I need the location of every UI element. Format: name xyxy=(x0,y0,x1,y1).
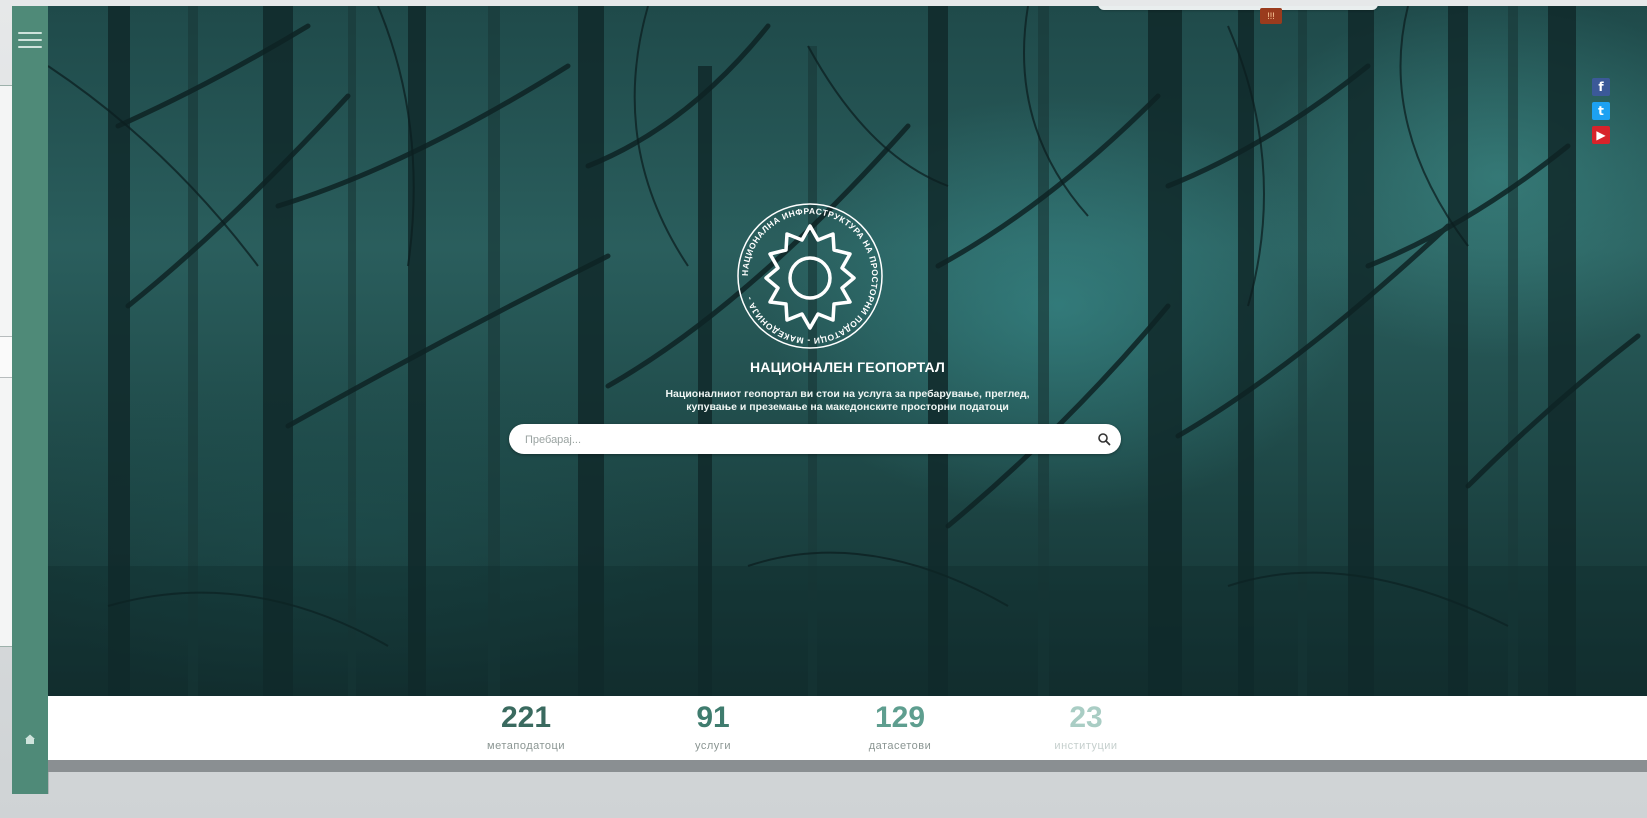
stat-value: 91 xyxy=(696,701,730,734)
stat-label: институции xyxy=(1054,740,1118,752)
browser-edge xyxy=(1098,6,1378,10)
stat-metadata[interactable]: 221 метаподатоци xyxy=(426,696,626,754)
search-input[interactable] xyxy=(523,429,1087,451)
screen-frame: nent APIs xyxy=(0,0,1647,818)
search-bar xyxy=(509,424,1121,454)
stat-value: 23 xyxy=(1069,701,1103,734)
hamburger-icon[interactable] xyxy=(18,32,42,50)
stat-label: метаподатоци xyxy=(487,740,565,752)
stat-label: датасетови xyxy=(868,740,932,752)
stat-institutions[interactable]: 23 институции xyxy=(986,696,1186,754)
search-icon[interactable] xyxy=(1097,432,1111,446)
stat-value: 221 xyxy=(500,701,552,734)
stat-label: услуги xyxy=(695,740,731,752)
stat-datasets[interactable]: 129 датасетови xyxy=(800,696,1000,754)
side-rail xyxy=(12,6,48,794)
portal-title: НАЦИОНАЛЕН ГЕОПОРТАЛ xyxy=(750,359,945,375)
youtube-icon[interactable]: ▶ xyxy=(1592,126,1610,144)
stat-services[interactable]: 91 услуги xyxy=(613,696,813,754)
portal-description-line-1: Националниот геопортал ви стои на услуга… xyxy=(665,388,1030,400)
bottom-scrollbar[interactable] xyxy=(48,760,1647,772)
portal-description: Националниот геопортал ви стои на услуга… xyxy=(48,388,1647,414)
geoportal-logo: НАЦИОНАЛНА ИНФРАСТРУКТУРА НА ПРОСТОРНИ П… xyxy=(737,203,883,349)
home-icon[interactable] xyxy=(23,732,37,746)
facebook-icon[interactable]: f xyxy=(1592,78,1610,96)
notification-badge[interactable]: !!! xyxy=(1260,8,1282,24)
twitter-icon[interactable]: t xyxy=(1592,102,1610,120)
stat-value: 129 xyxy=(874,701,926,734)
portal-description-line-2: купување и преземање на македонските про… xyxy=(686,401,1009,413)
stats-bar: 221 метаподатоци 91 услуги 129 датасетов… xyxy=(48,696,1647,760)
hero-banner: !!! f t ▶ НАЦИОНАЛНА ИНФРАСТРУКТУРА НА П… xyxy=(48,6,1647,696)
